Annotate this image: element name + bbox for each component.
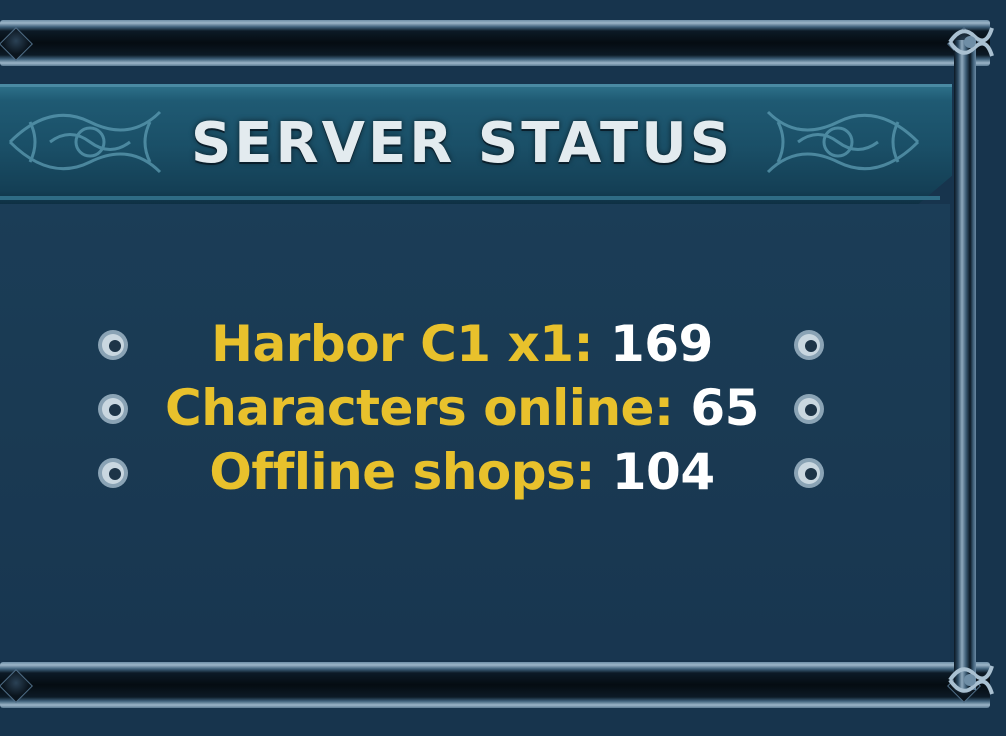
list-item: Offline shops: 104 [0, 440, 924, 504]
round-stud-icon [794, 394, 824, 424]
status-list: Harbor C1 x1: 169 Characters online: 65 [0, 312, 924, 504]
server-status-frame: SERVER STATUS Harbor C1 x1: 169 Characte… [0, 0, 1006, 736]
list-item: Characters online: 65 [0, 376, 924, 440]
banner-divider [0, 196, 940, 200]
round-stud-icon [98, 330, 128, 360]
stat-label: Offline shops: [209, 443, 595, 501]
bottom-frame-bar [0, 662, 990, 708]
top-frame-bar [0, 20, 990, 66]
list-item: Harbor C1 x1: 169 [0, 312, 924, 376]
round-stud-icon [794, 330, 824, 360]
page-title: SERVER STATUS [190, 111, 734, 176]
round-stud-icon [794, 458, 824, 488]
corner-ornament-icon [948, 27, 994, 57]
stat-label: Harbor C1 x1: [211, 315, 594, 373]
corner-ornament-icon [948, 665, 994, 695]
stat-value: 65 [690, 379, 759, 437]
right-frame-rail [954, 40, 976, 690]
stat-value: 169 [609, 315, 713, 373]
stat-label: Characters online: [165, 379, 674, 437]
round-stud-icon [98, 394, 128, 424]
stat-value: 104 [611, 443, 715, 501]
round-stud-icon [98, 458, 128, 488]
